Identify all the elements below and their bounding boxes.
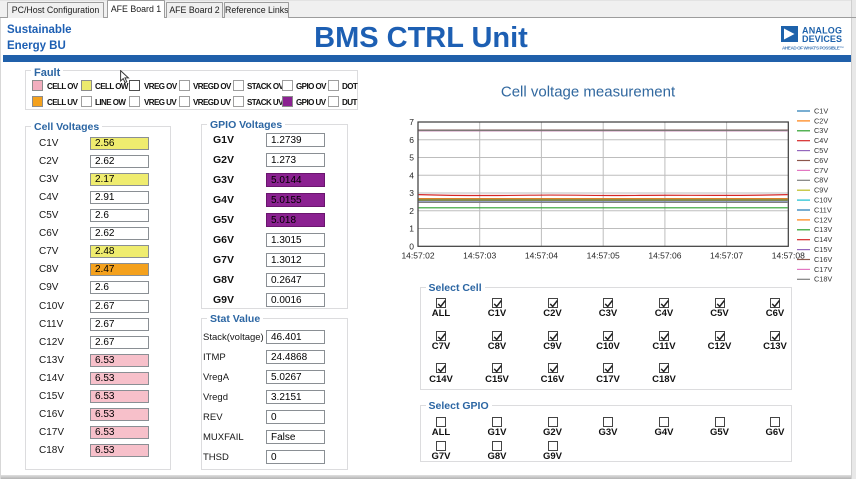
svg-text:14:57:03: 14:57:03 — [463, 251, 496, 261]
svg-text:C10V: C10V — [814, 196, 832, 205]
svg-text:C3V: C3V — [814, 126, 828, 135]
svg-text:C11V: C11V — [814, 205, 832, 214]
svg-text:1: 1 — [409, 224, 414, 234]
svg-text:7: 7 — [409, 117, 414, 127]
svg-text:C15V: C15V — [814, 245, 832, 254]
svg-text:3: 3 — [409, 188, 414, 198]
svg-text:C6V: C6V — [814, 156, 828, 165]
svg-text:14:57:02: 14:57:02 — [401, 251, 434, 261]
svg-text:5: 5 — [409, 153, 414, 163]
svg-text:14:57:07: 14:57:07 — [710, 251, 743, 261]
svg-text:AHEAD OF WHAT'S POSSIBLE™: AHEAD OF WHAT'S POSSIBLE™ — [782, 46, 844, 51]
svg-text:DEVICES: DEVICES — [802, 34, 842, 44]
svg-text:C14V: C14V — [814, 235, 832, 244]
svg-text:C2V: C2V — [814, 116, 828, 125]
svg-text:C16V: C16V — [814, 255, 832, 264]
svg-text:C4V: C4V — [814, 136, 828, 145]
svg-text:C12V: C12V — [814, 215, 832, 224]
svg-text:Cell voltage measurement: Cell voltage measurement — [501, 84, 676, 101]
svg-text:14:57:06: 14:57:06 — [648, 251, 681, 261]
svg-text:C7V: C7V — [814, 166, 828, 175]
svg-text:0: 0 — [409, 241, 414, 251]
svg-text:C5V: C5V — [814, 146, 828, 155]
svg-text:C9V: C9V — [814, 186, 828, 195]
svg-text:14:57:04: 14:57:04 — [525, 251, 558, 261]
svg-text:4: 4 — [409, 170, 414, 180]
svg-text:C18V: C18V — [814, 275, 832, 284]
svg-text:C1V: C1V — [814, 106, 828, 115]
svg-text:14:57:05: 14:57:05 — [587, 251, 620, 261]
svg-text:C8V: C8V — [814, 176, 828, 185]
svg-text:C17V: C17V — [814, 265, 832, 274]
svg-text:C13V: C13V — [814, 225, 832, 234]
svg-text:2: 2 — [409, 206, 414, 216]
svg-text:6: 6 — [409, 135, 414, 145]
